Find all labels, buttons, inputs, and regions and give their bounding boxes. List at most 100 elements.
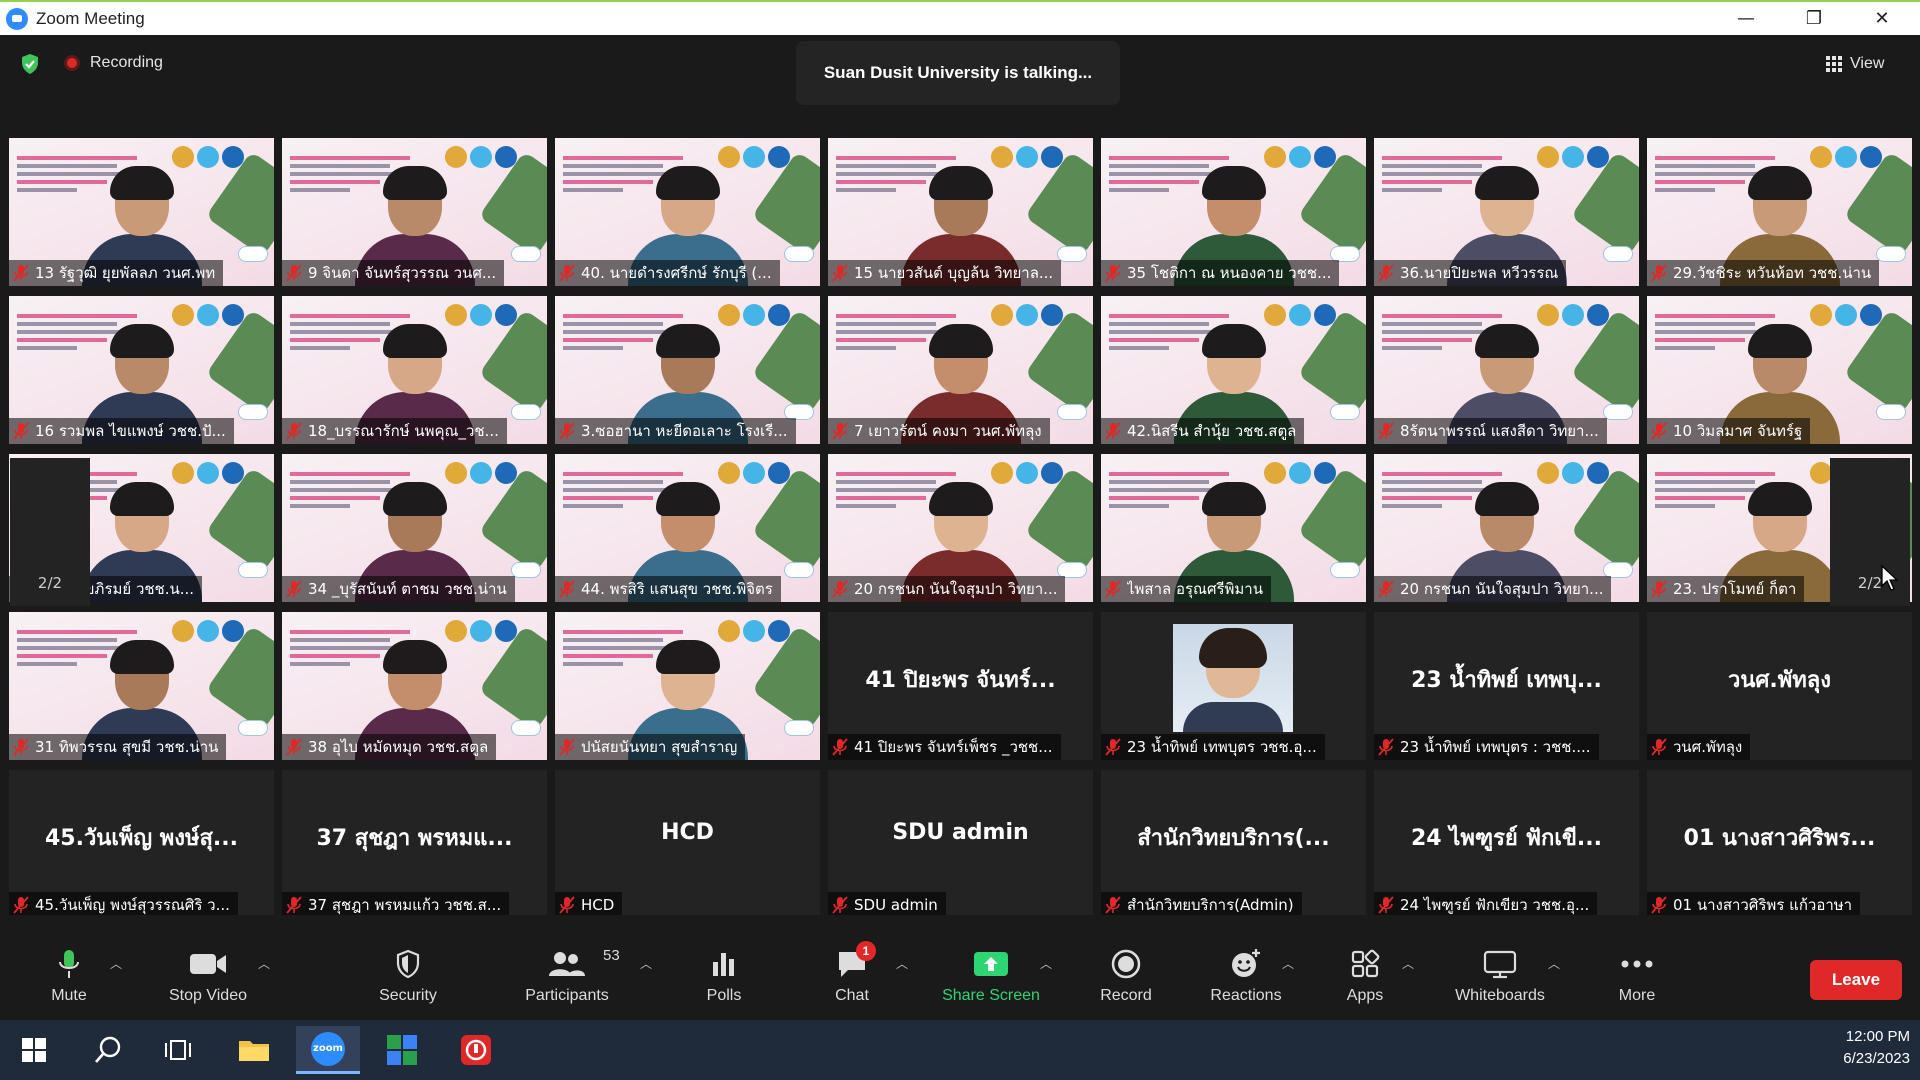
online-badge xyxy=(238,246,268,262)
audio-options-chevron-icon[interactable]: ︿ xyxy=(110,955,122,972)
participant-tile[interactable]: 23 น้ำทิพย์ เทพบุตร วชช.อุ... xyxy=(1101,612,1366,760)
participant-tile[interactable]: 34 _บุรัสนันท์ ตาชม วชช.น่าน xyxy=(282,454,547,602)
more-button[interactable]: More xyxy=(1612,947,1662,1017)
participant-tile[interactable]: 13 รัฐวุฒิ ยุยพัลลภ วนศ.พท xyxy=(9,138,274,286)
participant-tile[interactable]: 44. พรสิริ แสนสุข วชช.พิจิตร xyxy=(555,454,820,602)
security-button[interactable]: Security xyxy=(372,947,444,1017)
chat-button[interactable]: 1 Chat xyxy=(830,941,876,1017)
participant-name-label: 35 โชติกา ณ หนองคาย วชช... xyxy=(1101,260,1340,286)
participant-tile[interactable]: 15 นายวสันต์ บุญล้น วิทยาล... xyxy=(828,138,1093,286)
participant-name: 18_บรรณารักษ์ นพคุณ_วช... xyxy=(308,422,499,440)
slide-logos xyxy=(1537,304,1609,326)
participant-tile[interactable]: HCD HCD xyxy=(555,770,820,918)
recording-indicator[interactable]: Recording xyxy=(64,49,163,77)
participant-tile[interactable]: 20 กรชนก นันใจสุมปา วิทยา... xyxy=(1374,454,1639,602)
recording-label: Recording xyxy=(90,54,163,71)
windows-start-button[interactable] xyxy=(6,1026,62,1074)
slide-logos xyxy=(172,620,244,642)
muted-microphone-icon xyxy=(1651,896,1667,914)
participant-tile[interactable]: 35 โชติกา ณ หนองคาย วชช... xyxy=(1101,138,1366,286)
view-button[interactable]: View xyxy=(1826,51,1884,77)
participant-tile[interactable]: 37 สุชฎา พรหมแ... 37 สุชฎา พรหมแก้ว วชช.ส… xyxy=(282,770,547,918)
previous-page-button[interactable]: 2/2 xyxy=(10,458,90,606)
muted-microphone-icon xyxy=(1105,264,1121,282)
participant-name-label: 3.ซอฮานา หะยีดอเลาะ โรงเรี... xyxy=(555,418,796,444)
share-options-chevron-icon[interactable]: ︿ xyxy=(1040,955,1052,972)
participant-tile[interactable]: 45.วันเพ็ญ พงษ์สุ... 45.วันเพ็ญ พงษ์สุวรร… xyxy=(9,770,274,918)
participant-tile[interactable]: ไพสาล อรุณศรีพิมาน xyxy=(1101,454,1366,602)
participant-tile[interactable]: ปนัสยนันทยา สุขสำราญ xyxy=(555,612,820,760)
muted-microphone-icon xyxy=(1105,896,1121,914)
record-button[interactable]: Record xyxy=(1096,947,1156,1017)
participant-tile[interactable]: SDU admin SDU admin xyxy=(828,770,1093,918)
restore-button[interactable]: ❐ xyxy=(1782,2,1846,35)
slide-logos xyxy=(991,304,1063,326)
next-page-button[interactable]: 2/2 xyxy=(1830,458,1910,606)
online-badge xyxy=(784,246,814,262)
participant-display-name: 24 ไพฑูรย์ ฟักเขี... xyxy=(1411,826,1602,851)
participant-tile[interactable]: 24 ไพฑูรย์ ฟักเขี... 24 ไพฑูรย์ ฟักเขียว … xyxy=(1374,770,1639,918)
taskbar-clock[interactable]: 12:00 PM 6/23/2023 xyxy=(1843,1026,1910,1070)
participant-tile[interactable]: 9 จินดา จันทร์สุวรรณ วนศ... xyxy=(282,138,547,286)
mute-button[interactable]: Mute xyxy=(36,947,102,1017)
stop-video-button[interactable]: Stop Video xyxy=(160,947,256,1017)
task-view-icon xyxy=(165,1040,191,1060)
slide-logos xyxy=(172,146,244,168)
online-badge xyxy=(1330,562,1360,578)
participant-tile[interactable]: 20 กรชนก นันใจสุมปา วิทยา... xyxy=(828,454,1093,602)
participant-tile[interactable]: 42.นิสรีน สำนุ้ย วชช.สตูล xyxy=(1101,296,1366,444)
participant-tile[interactable]: 40. นายดำรงศรีกษ์ รักบุรี (... xyxy=(555,138,820,286)
store-app-button[interactable] xyxy=(374,1026,430,1074)
file-explorer-button[interactable] xyxy=(226,1026,282,1074)
participant-tile[interactable]: 7 เยาวรัตน์ คงมา วนศ.พัทลุง xyxy=(828,296,1093,444)
muted-microphone-icon xyxy=(832,896,848,914)
participant-tile[interactable]: 16 รวมพล ไขแพงษ์ วชช.ปั... xyxy=(9,296,274,444)
polls-bar-chart-icon xyxy=(713,953,734,976)
participants-options-chevron-icon[interactable]: ︿ xyxy=(640,955,652,972)
participants-button[interactable]: 53 Participants xyxy=(520,947,619,1017)
participant-tile[interactable]: 41 ปิยะพร จันทร์... 41 ปิยะพร จันทร์เพ็ชร… xyxy=(828,612,1093,760)
share-screen-button[interactable]: Share Screen xyxy=(938,947,1044,1017)
zoom-taskbar-button[interactable]: zoom xyxy=(296,1026,360,1074)
participant-tile[interactable]: 3.ซอฮานา หะยีดอเลาะ โรงเรี... xyxy=(555,296,820,444)
slide-logos xyxy=(1264,462,1336,484)
slide-logos xyxy=(718,304,790,326)
leave-button[interactable]: Leave xyxy=(1810,960,1902,1000)
minimize-button[interactable]: — xyxy=(1714,2,1778,35)
participant-tile[interactable]: สำนักวิทยบริการ(... สำนักวิทยบริการ(Admin… xyxy=(1101,770,1366,918)
participant-tile[interactable]: 23 น้ำทิพย์ เทพบุ... 23 น้ำทิพย์ เทพบุตร … xyxy=(1374,612,1639,760)
participant-tile[interactable]: 38 อุไบ หมัดหมุด วชช.สตูล xyxy=(282,612,547,760)
close-button[interactable]: ✕ xyxy=(1850,2,1914,35)
taskbar-search-button[interactable] xyxy=(80,1026,136,1074)
whiteboards-button[interactable]: Whiteboards xyxy=(1446,947,1554,1017)
participant-tile[interactable]: 10 วิมลมาศ จันทร์ฐ xyxy=(1647,296,1912,444)
apps-options-chevron-icon[interactable]: ︿ xyxy=(1402,955,1414,972)
whiteboards-options-chevron-icon[interactable]: ︿ xyxy=(1548,955,1560,972)
online-badge xyxy=(1876,246,1906,262)
reactions-options-chevron-icon[interactable]: ︿ xyxy=(1282,955,1294,972)
red-app-button[interactable] xyxy=(448,1026,504,1074)
online-badge xyxy=(1057,246,1087,262)
more-dots-icon xyxy=(1621,960,1653,968)
participant-tile[interactable]: 18_บรรณารักษ์ นพคุณ_วช... xyxy=(282,296,547,444)
participant-name: 40. นายดำรงศรีกษ์ รักบุรี (... xyxy=(581,264,772,282)
participant-name: 10 วิมลมาศ จันทร์ฐ xyxy=(1673,422,1803,440)
encryption-shield-icon[interactable] xyxy=(20,53,40,75)
task-view-button[interactable] xyxy=(150,1026,206,1074)
video-options-chevron-icon[interactable]: ︿ xyxy=(258,955,270,972)
polls-button[interactable]: Polls xyxy=(700,947,748,1017)
apps-button[interactable]: Apps xyxy=(1342,947,1388,1017)
participant-name-label: 38 อุไบ หมัดหมุด วชช.สตูล xyxy=(282,734,497,760)
muted-microphone-icon xyxy=(286,896,302,914)
participant-display-name: 01 นางสาวศิริพร... xyxy=(1683,826,1876,851)
record-label: Record xyxy=(1100,987,1152,1004)
participant-tile[interactable]: 29.วัชชิระ หวันห้อท วชช.น่าน xyxy=(1647,138,1912,286)
participant-tile[interactable]: 31 ทิพวรรณ สุขมี วชช.น่าน xyxy=(9,612,274,760)
participant-name-label: 16 รวมพล ไขแพงษ์ วชช.ปั... xyxy=(9,418,234,444)
reactions-button[interactable]: Reactions xyxy=(1206,947,1286,1017)
participant-tile[interactable]: 01 นางสาวศิริพร... 01 นางสาวศิริพร แก้วอา… xyxy=(1647,770,1912,918)
participant-tile[interactable]: 8รัตนาพรรณ์ แสงสีดา วิทยา... xyxy=(1374,296,1639,444)
participant-tile[interactable]: วนศ.พัทลุง วนศ.พัทลุง xyxy=(1647,612,1912,760)
participant-tile[interactable]: 36.นายปิยะพล หวีวรรณ xyxy=(1374,138,1639,286)
chat-options-chevron-icon[interactable]: ︿ xyxy=(896,955,908,972)
